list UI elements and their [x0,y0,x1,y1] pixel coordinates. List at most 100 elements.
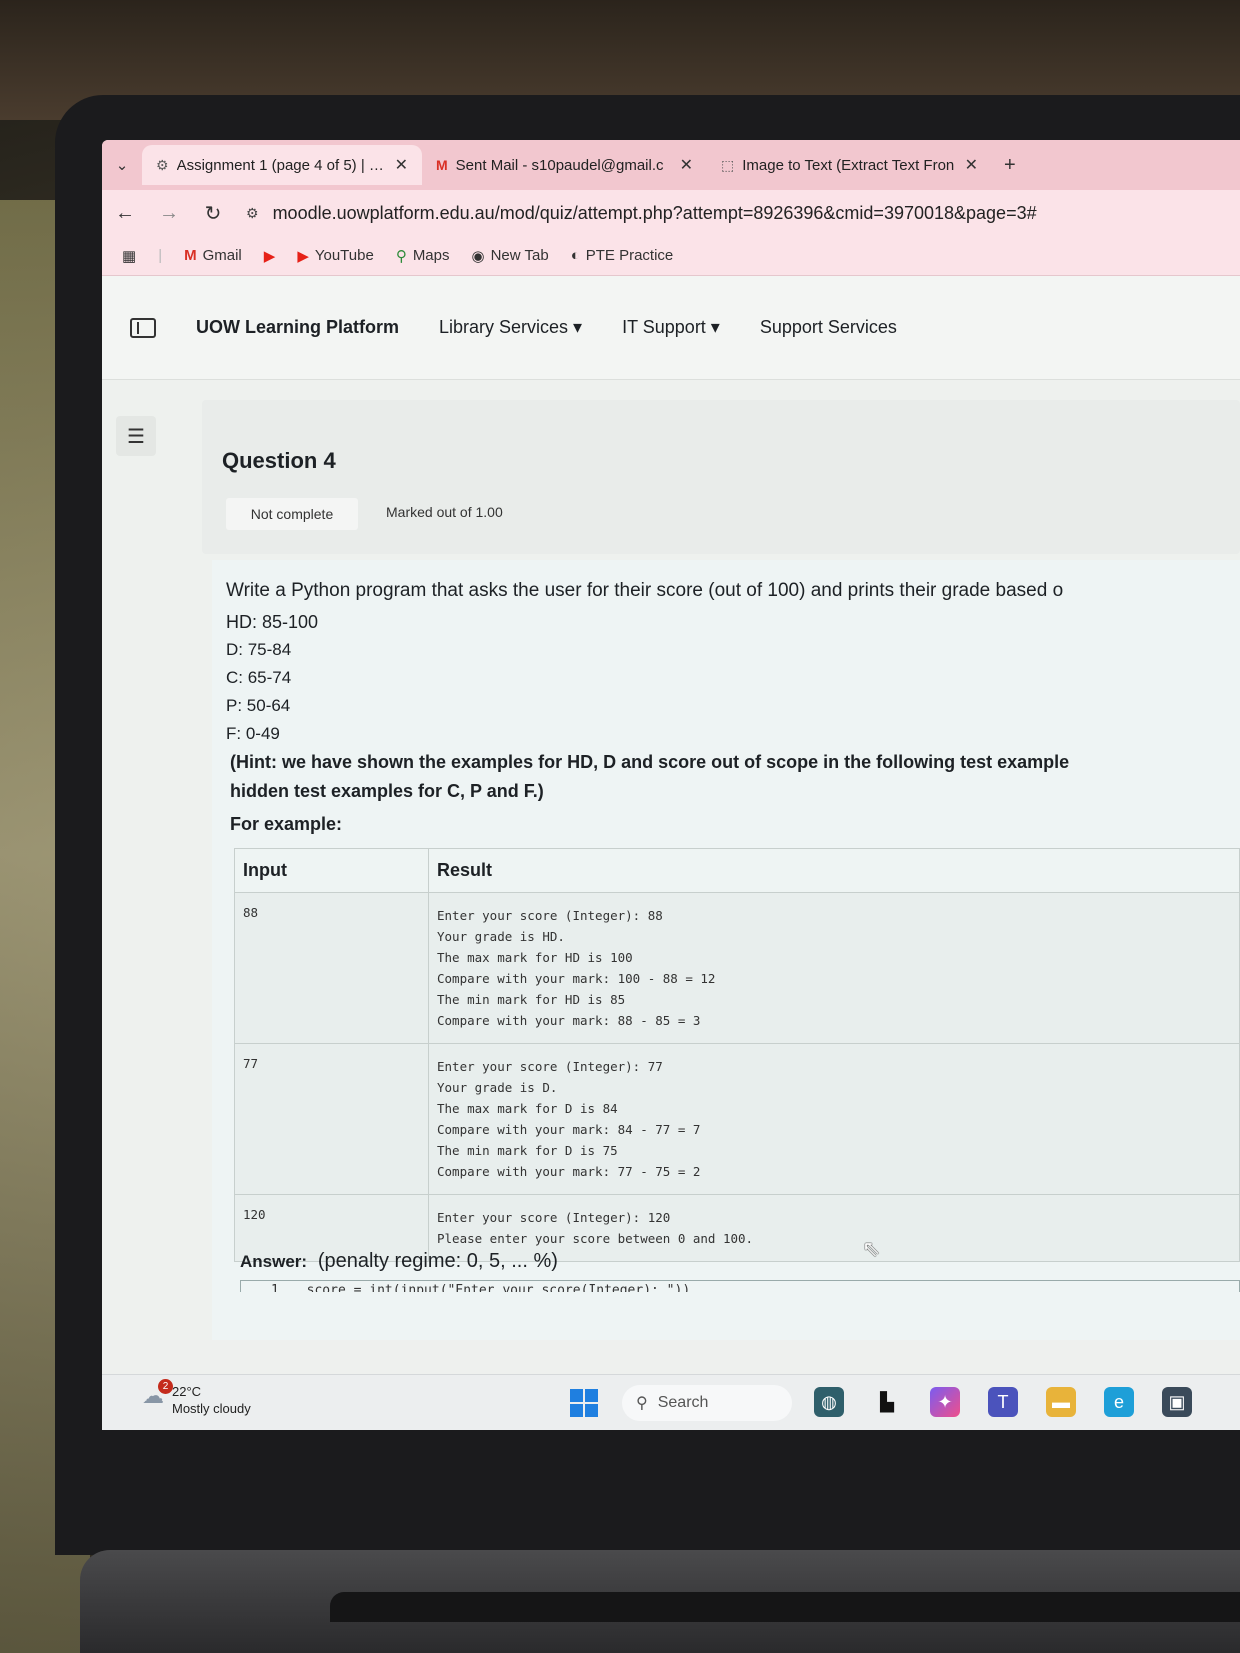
taskbar-search[interactable]: ⚲ Search [622,1385,792,1421]
input-cell: 88 [234,892,429,1044]
tab-title: Assignment 1 (page 4 of 5) | UC [176,156,387,174]
result-line: Compare with your mark: 100 - 88 = 12 [437,971,716,986]
bookmark-divider: | [158,247,163,264]
nav-support-services[interactable]: Support Services [760,317,897,338]
address-bar: ← → ↻ ⚙ moodle.uowplatform.edu.au/mod/qu… [102,190,1240,236]
penalty-regime: (penalty regime: 0, 5, ... %) [317,1250,558,1272]
pte-icon: ◐ [570,247,580,264]
result-cell: Enter your score (Integer): 88 Your grad… [428,892,1240,1044]
grade-item: C: 65-74 [226,668,292,687]
result-line: The max mark for D is 84 [437,1101,618,1116]
column-header-result: Result [428,848,1240,893]
table-row: 77 Enter your score (Integer): 77 Your g… [234,1043,1240,1195]
bookmark-maps[interactable]: ⚲ Maps [396,247,450,265]
widgets-icon[interactable]: ◍ [814,1387,844,1417]
site-info-icon[interactable]: ⚙ [246,205,259,222]
tab-image-to-text[interactable]: ⬚ Image to Text (Extract Text Fron ✕ [707,145,992,185]
bookmark-youtube[interactable]: ▶ YouTube [297,247,374,265]
tab-title: Image to Text (Extract Text Fron [742,156,955,174]
search-label: Search [657,1394,709,1411]
mouse-cursor-icon: ⇖ [862,1236,881,1261]
result-line: The min mark for D is 75 [437,1143,618,1158]
table-row: 88 Enter your score (Integer): 88 Your g… [234,892,1240,1044]
close-icon[interactable]: ✕ [965,155,978,175]
for-example-label: For example: [230,814,343,834]
result-line: Compare with your mark: 88 - 85 = 3 [437,1013,701,1028]
nav-it-support[interactable]: IT Support ▾ [622,317,720,338]
bookmark-label: New Tab [490,247,549,264]
code-line-number: 1 [271,1283,279,1292]
grade-item: P: 50-64 [226,696,291,715]
tab-assignment[interactable]: ⚙ Assignment 1 (page 4 of 5) | UC ✕ [142,145,422,185]
bookmark-label: Gmail [202,247,242,264]
file-explorer-icon[interactable]: ▬ [1046,1387,1076,1417]
globe-icon: ◉ [471,247,485,265]
examples-table: Input Result 88 Enter your score (Intege… [234,848,1240,1262]
grade-item: F: 0-49 [226,724,280,743]
weather-badge: 2 [158,1379,173,1394]
result-line: Compare with your mark: 84 - 77 = 7 [437,1122,701,1137]
forward-arrow-icon[interactable]: → [158,202,180,225]
youtube-icon: ▶ [297,247,309,265]
question-state: Not complete [226,498,358,530]
copilot-icon[interactable]: ✦ [930,1387,960,1417]
question-title: Question 4 [222,448,336,473]
weather-widget[interactable]: ☁ 2 22°C Mostly cloudy [142,1379,251,1417]
column-header-input: Input [234,848,429,893]
windows-start-icon[interactable] [570,1389,598,1417]
bookmark-new-tab[interactable]: ◉ New Tab [472,247,549,265]
temperature: 22°C [172,1384,202,1399]
moodle-icon: ⚙ [156,156,169,173]
store-icon[interactable]: ▣ [1162,1387,1192,1417]
taskbar-apps: ◍ ▙ ✦ T ▬ e ▣ [814,1387,1192,1417]
reload-icon[interactable]: ↻ [202,201,224,226]
result-line: Compare with your mark: 77 - 75 = 2 [437,1164,701,1179]
site-navbar: UOW Learning Platform Library Services ▾… [102,276,1240,380]
close-icon[interactable]: ✕ [395,155,408,175]
tab-sent-mail[interactable]: M Sent Mail - s10paudel@gmail.c ✕ [422,145,707,185]
grade-item: D: 75-84 [226,640,292,659]
hint-line: hidden test examples for C, P and F.) [230,781,544,801]
bookmark-label: YouTube [314,247,374,264]
new-tab-plus-icon[interactable]: + [992,154,1028,177]
laptop-screen: ⌄ ⚙ Assignment 1 (page 4 of 5) | UC ✕ M … [102,140,1240,1430]
bookmark-youtube-icon-only[interactable]: ▶ [264,247,276,265]
laptop-hinge [330,1592,1240,1622]
tab-search-chevron-icon[interactable]: ⌄ [102,156,142,174]
gmail-icon: M [436,157,448,173]
bookmark-label: Maps [412,247,450,264]
search-icon: ⚲ [636,1395,648,1412]
question-text: Write a Python program that asks the use… [226,580,1064,601]
result-cell: Enter your score (Integer): 77 Your grad… [428,1043,1240,1195]
teams-icon[interactable]: T [988,1387,1018,1417]
url-field[interactable]: ⚙ moodle.uowplatform.edu.au/mod/quiz/att… [246,203,1037,224]
maps-icon: ⚲ [395,247,407,265]
image-icon: ⬚ [721,156,735,173]
task-view-icon[interactable]: ▙ [872,1387,902,1417]
quiz-navigation-toggle-icon[interactable]: ☰ [116,416,156,456]
nav-library-services[interactable]: Library Services ▾ [439,317,582,338]
grade-item: HD: 85-100 [226,612,319,632]
edge-icon[interactable]: e [1104,1387,1134,1417]
taskbar: ☁ 2 22°C Mostly cloudy ⚲ Search ◍ ▙ ✦ T … [102,1374,1240,1430]
result-line: Your grade is HD. [437,929,565,944]
result-line: Enter your score (Integer): 77 [437,1059,663,1074]
cloud-icon: ☁ 2 [142,1379,173,1409]
browser-tab-bar: ⌄ ⚙ Assignment 1 (page 4 of 5) | UC ✕ M … [102,140,1240,190]
code-editor[interactable]: 1 score = int(input("Enter your score(In… [240,1280,1240,1292]
result-line: Your grade is D. [437,1080,558,1095]
result-line: Enter your score (Integer): 88 [437,908,663,923]
hint-line: (Hint: we have shown the examples for HD… [230,752,1070,772]
table-header-row: Input Result [234,848,1240,893]
back-arrow-icon[interactable]: ← [114,202,136,225]
input-cell: 77 [234,1043,429,1195]
close-icon[interactable]: ✕ [680,155,693,175]
bookmark-gmail[interactable]: M Gmail [184,247,242,264]
drawer-toggle-icon[interactable] [130,317,156,338]
youtube-icon: ▶ [263,247,276,265]
apps-grid-icon[interactable]: ▦ [122,247,136,265]
bookmark-pte-practice[interactable]: ◐ PTE Practice [571,247,674,264]
site-brand[interactable]: UOW Learning Platform [196,317,399,338]
result-line: The max mark for HD is 100 [437,950,633,965]
result-line: The min mark for HD is 85 [437,992,626,1007]
